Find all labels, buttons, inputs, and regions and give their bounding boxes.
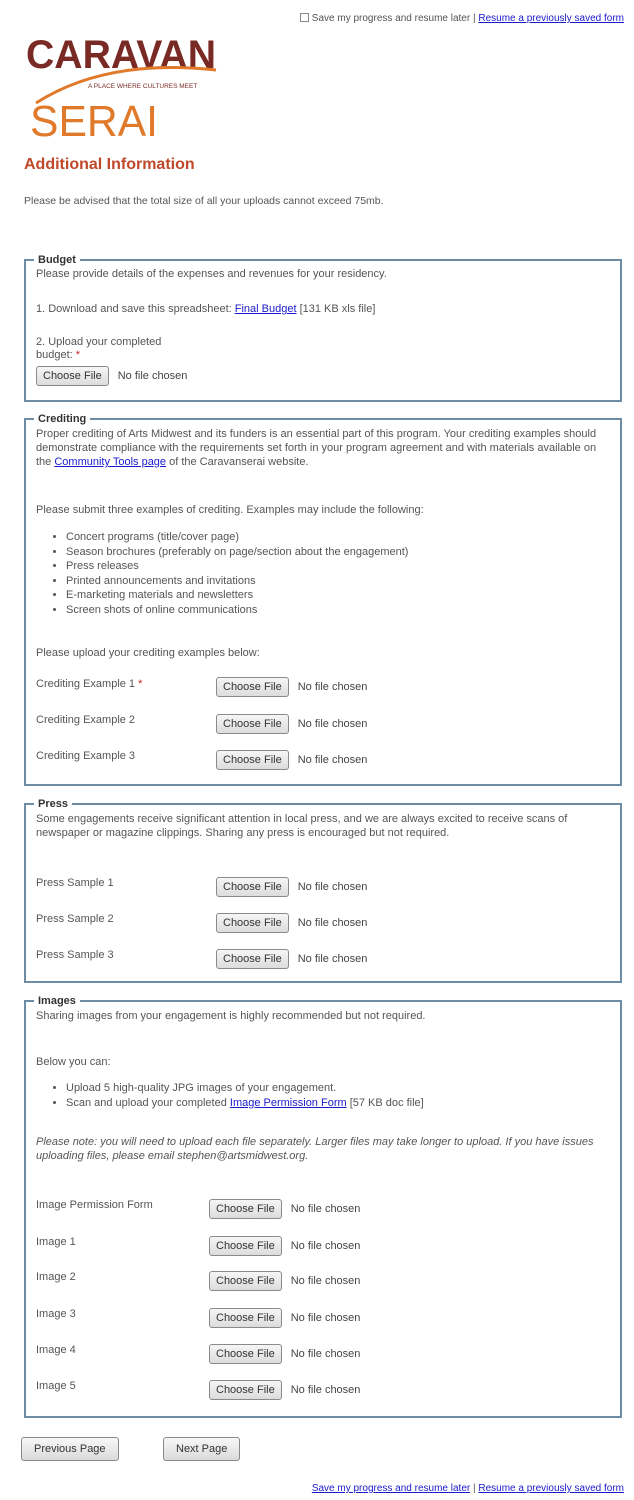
budget-intro: Please provide details of the expenses a… <box>36 268 387 280</box>
no-file-status: No file chosen <box>297 681 368 693</box>
image-5-file-input[interactable]: Choose File No file chosen <box>209 1380 360 1400</box>
image-3-file-input[interactable]: Choose File No file chosen <box>209 1308 360 1328</box>
crediting-upload-text: Please upload your crediting examples be… <box>36 647 260 659</box>
required-marker: * <box>138 678 143 690</box>
upload-note: Please note: you will need to upload eac… <box>36 1136 594 1162</box>
image-2-label: Image 2 <box>36 1271 76 1283</box>
image-permission-form-link[interactable]: Image Permission Form <box>230 1097 347 1109</box>
choose-file-button[interactable]: Choose File <box>216 750 289 770</box>
crediting-section: Crediting Proper crediting of Arts Midwe… <box>24 413 622 786</box>
budget-legend: Budget <box>38 254 76 266</box>
choose-file-button[interactable]: Choose File <box>209 1380 282 1400</box>
image-2-file-input[interactable]: Choose File No file chosen <box>209 1271 360 1291</box>
press-sample-2-label: Press Sample 2 <box>36 913 114 925</box>
no-file-status: No file chosen <box>290 1312 361 1324</box>
press-sample-3-file-input[interactable]: Choose File No file chosen <box>216 949 367 969</box>
images-below-text: Below you can: <box>36 1056 111 1068</box>
list-item: E-marketing materials and newsletters <box>66 588 408 603</box>
no-file-status: No file chosen <box>297 754 368 766</box>
previous-page-button[interactable]: Previous Page <box>21 1437 119 1461</box>
list-item: Scan and upload your completed Image Per… <box>66 1096 424 1111</box>
logo-tagline: A PLACE WHERE CULTURES MEET <box>88 83 197 90</box>
community-tools-link[interactable]: Community Tools page <box>54 456 166 468</box>
no-file-status: No file chosen <box>297 953 368 965</box>
image-permission-form-label: Image Permission Form <box>36 1199 153 1211</box>
bottom-save-resume-bar: Save my progress and resume later | Resu… <box>311 1483 624 1494</box>
logo-line2: SERAI <box>30 97 158 146</box>
crediting-example-1-label: Crediting Example 1 * <box>36 678 143 690</box>
choose-file-button[interactable]: Choose File <box>216 714 289 734</box>
images-instructions-list: Upload 5 high-quality JPG images of your… <box>36 1081 424 1110</box>
image-4-label: Image 4 <box>36 1344 76 1356</box>
crediting-legend: Crediting <box>38 413 87 425</box>
image-permission-form-file-input[interactable]: Choose File No file chosen <box>209 1199 360 1219</box>
list-item: Printed announcements and invitations <box>66 574 408 589</box>
press-legend: Press <box>38 798 68 810</box>
resume-saved-form-link[interactable]: Resume a previously saved form <box>478 1483 624 1494</box>
save-resume-bar: Save my progress and resume later | Resu… <box>299 13 624 24</box>
budget-step1: 1. Download and save this spreadsheet: F… <box>36 303 376 315</box>
choose-file-button[interactable]: Choose File <box>36 366 109 386</box>
crediting-example-1-file-input[interactable]: Choose File No file chosen <box>216 677 367 697</box>
required-marker: * <box>75 349 81 361</box>
crediting-example-3-label: Crediting Example 3 <box>36 750 136 762</box>
choose-file-button[interactable]: Choose File <box>216 913 289 933</box>
caravanserai-logo: CARAVAN A PLACE WHERE CULTURES MEET SERA… <box>26 28 226 146</box>
choose-file-button[interactable]: Choose File <box>216 677 289 697</box>
list-item: Season brochures (preferably on page/sec… <box>66 545 408 560</box>
press-sample-1-file-input[interactable]: Choose File No file chosen <box>216 877 367 897</box>
images-intro: Sharing images from your engagement is h… <box>36 1010 426 1022</box>
no-file-status: No file chosen <box>297 917 368 929</box>
resume-saved-form-link[interactable]: Resume a previously saved form <box>478 13 624 24</box>
images-section: Images Sharing images from your engageme… <box>24 995 622 1418</box>
image-1-label: Image 1 <box>36 1236 76 1248</box>
image-1-file-input[interactable]: Choose File No file chosen <box>209 1236 360 1256</box>
no-file-status: No file chosen <box>290 1348 361 1360</box>
images-legend: Images <box>38 995 76 1007</box>
crediting-example-2-label: Crediting Example 2 <box>36 714 136 726</box>
upload-size-notice: Please be advised that the total size of… <box>24 195 384 207</box>
no-file-status: No file chosen <box>290 1384 361 1396</box>
next-page-button[interactable]: Next Page <box>163 1437 241 1461</box>
image-3-label: Image 3 <box>36 1308 76 1320</box>
list-item: Upload 5 high-quality JPG images of your… <box>66 1081 424 1096</box>
press-sample-3-label: Press Sample 3 <box>36 949 114 961</box>
save-progress-link[interactable]: Save my progress and resume later <box>312 1483 470 1494</box>
list-item: Press releases <box>66 559 408 574</box>
budget-section: Budget Please provide details of the exp… <box>24 254 622 402</box>
choose-file-button[interactable]: Choose File <box>209 1344 282 1364</box>
crediting-example-2-file-input[interactable]: Choose File No file chosen <box>216 714 367 734</box>
list-item: Screen shots of online communications <box>66 603 408 618</box>
no-file-status: No file chosen <box>290 1275 361 1287</box>
no-file-status: No file chosen <box>297 718 368 730</box>
list-item: Concert programs (title/cover page) <box>66 530 408 545</box>
final-budget-link[interactable]: Final Budget <box>235 303 297 315</box>
no-file-status: No file chosen <box>117 370 188 382</box>
image-5-label: Image 5 <box>36 1380 76 1392</box>
crediting-submit-text: Please submit three examples of creditin… <box>36 504 424 516</box>
budget-step2: 2. Upload your completed budget: * <box>36 336 162 361</box>
press-section: Press Some engagements receive significa… <box>24 798 622 983</box>
choose-file-button[interactable]: Choose File <box>209 1199 282 1219</box>
choose-file-button[interactable]: Choose File <box>209 1308 282 1328</box>
no-file-status: No file chosen <box>290 1203 361 1215</box>
crediting-example-3-file-input[interactable]: Choose File No file chosen <box>216 750 367 770</box>
press-sample-1-label: Press Sample 1 <box>36 877 114 889</box>
press-intro: Some engagements receive significant att… <box>36 813 568 839</box>
form-page: Save my progress and resume later | Resu… <box>0 0 634 1500</box>
choose-file-button[interactable]: Choose File <box>209 1236 282 1256</box>
budget-file-input[interactable]: Choose File No file chosen <box>36 366 187 386</box>
no-file-status: No file chosen <box>297 881 368 893</box>
save-progress-checkbox[interactable] <box>299 13 309 22</box>
press-sample-2-file-input[interactable]: Choose File No file chosen <box>216 913 367 933</box>
choose-file-button[interactable]: Choose File <box>209 1271 282 1291</box>
crediting-intro: Proper crediting of Arts Midwest and its… <box>36 428 597 468</box>
choose-file-button[interactable]: Choose File <box>216 949 289 969</box>
no-file-status: No file chosen <box>290 1240 361 1252</box>
save-progress-label: Save my progress and resume later <box>311 13 471 24</box>
page-title: Additional Information <box>24 156 195 173</box>
crediting-examples-list: Concert programs (title/cover page) Seas… <box>36 530 408 617</box>
image-4-file-input[interactable]: Choose File No file chosen <box>209 1344 360 1364</box>
choose-file-button[interactable]: Choose File <box>216 877 289 897</box>
